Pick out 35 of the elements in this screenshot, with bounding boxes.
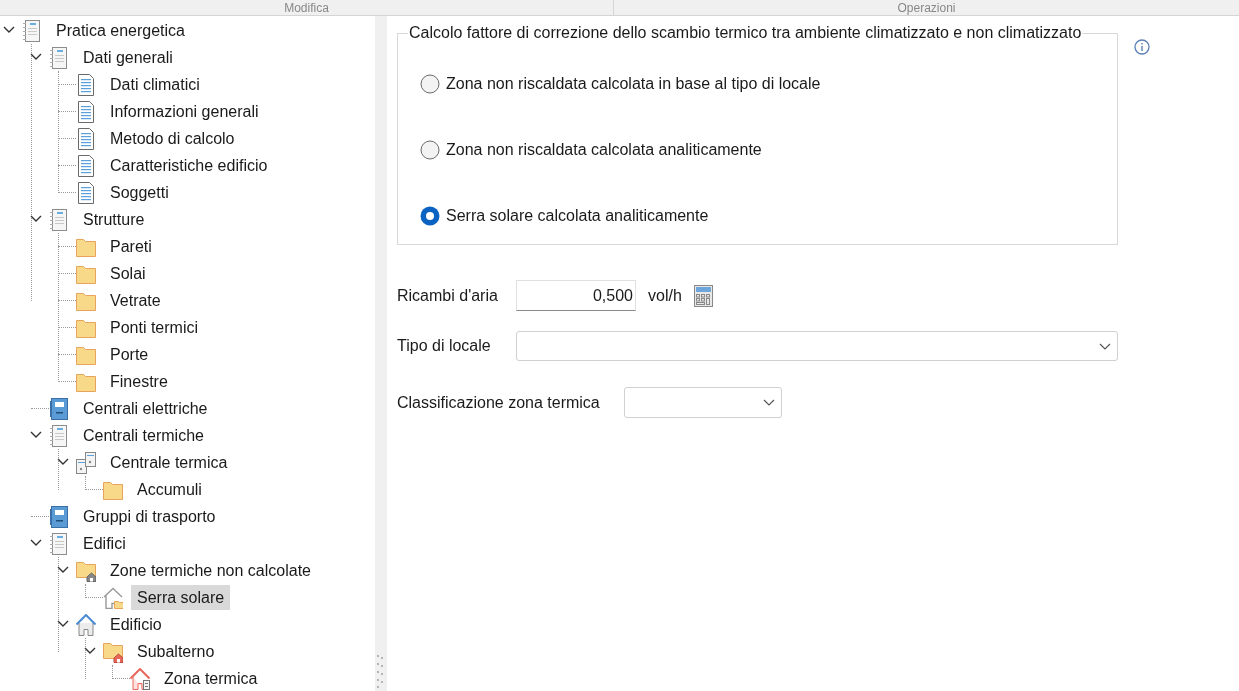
notebook-icon bbox=[49, 46, 69, 69]
radio-label[interactable]: Zona non riscaldata calcolata in base al tipo di locale bbox=[446, 72, 821, 96]
unit-label: vol/h bbox=[648, 285, 682, 306]
calculator-icon[interactable] bbox=[693, 284, 713, 307]
binder-icon bbox=[49, 397, 69, 420]
folder-house-icon bbox=[103, 640, 123, 663]
field-label: Tipo di locale bbox=[397, 336, 492, 356]
folder-house-icon bbox=[76, 559, 96, 582]
document-icon bbox=[76, 100, 96, 123]
field-label: Classificazione zona termica bbox=[397, 392, 601, 413]
chevron-down-icon bbox=[763, 399, 775, 406]
document-icon bbox=[76, 154, 96, 177]
grip-icon bbox=[377, 655, 385, 689]
radio-label[interactable]: Zona non riscaldata calcolata analiticamente bbox=[446, 138, 762, 162]
field-label: Ricambi d'aria bbox=[397, 285, 499, 306]
notebook-icon bbox=[49, 424, 69, 447]
house-icon bbox=[76, 613, 96, 636]
notebook-icon bbox=[49, 532, 69, 555]
air-changes-input[interactable]: 0,500 bbox=[516, 280, 636, 311]
house-document-icon bbox=[130, 667, 150, 690]
document-icon bbox=[76, 181, 96, 204]
notebook-icon bbox=[49, 208, 69, 231]
document-icon bbox=[76, 73, 96, 96]
binder-icon bbox=[49, 505, 69, 528]
radio-button[interactable] bbox=[420, 140, 440, 160]
radio-label[interactable]: Serra solare calcolata analiticamente bbox=[446, 204, 709, 228]
document-icon bbox=[76, 127, 96, 150]
radio-button[interactable] bbox=[420, 74, 440, 94]
tree-item[interactable]: Serra solare bbox=[131, 585, 231, 610]
radio-button[interactable] bbox=[420, 206, 440, 226]
chevron-down-icon bbox=[1099, 342, 1111, 350]
notebook-icon bbox=[22, 19, 42, 42]
info-icon[interactable] bbox=[1134, 39, 1150, 55]
server-icon bbox=[76, 451, 96, 474]
house-folder-icon bbox=[103, 586, 123, 609]
